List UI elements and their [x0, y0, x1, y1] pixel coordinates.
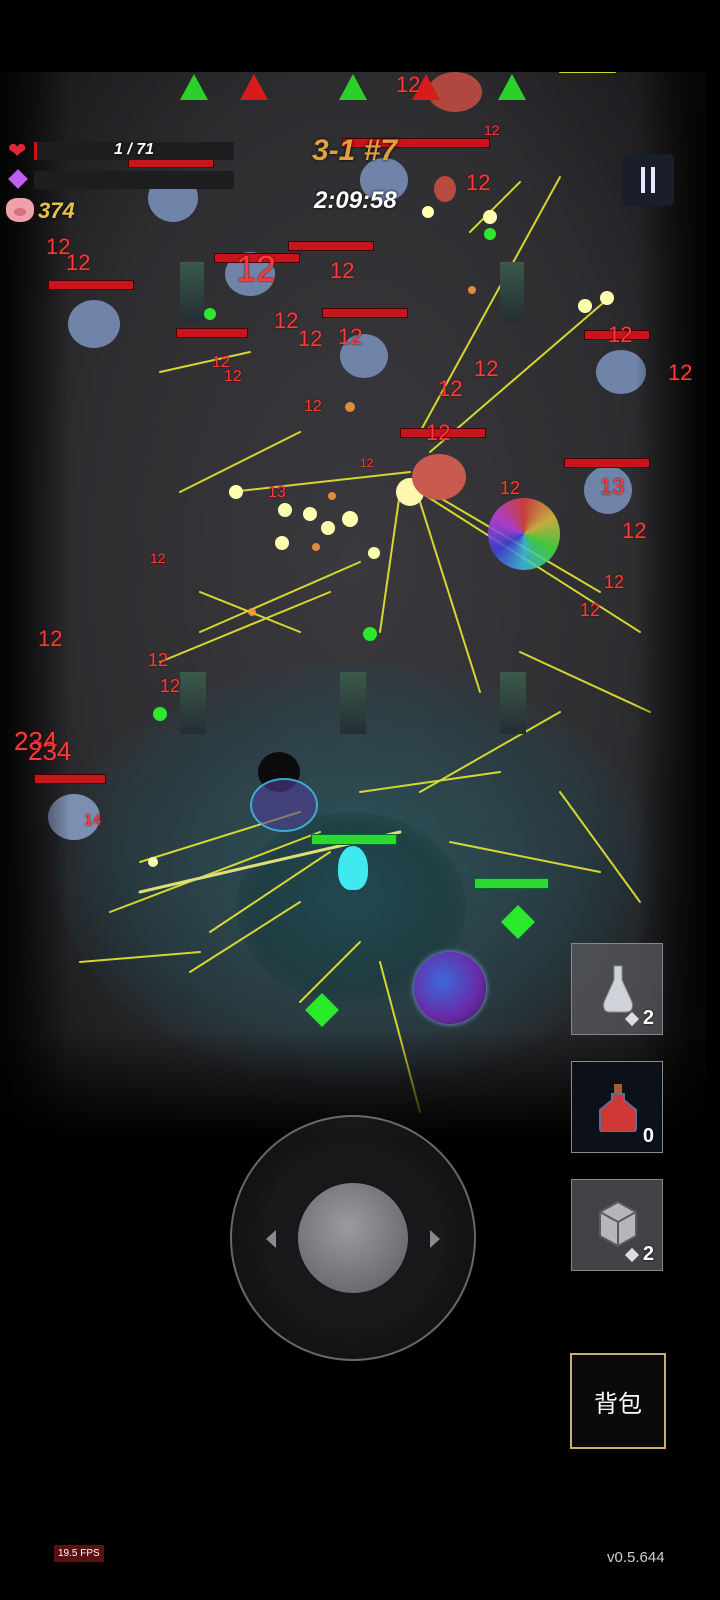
rune-pylon — [340, 672, 366, 734]
item-slot-red-potion[interactable]: 0 — [571, 1061, 663, 1153]
damage-number: 12 — [608, 322, 633, 347]
damage-number: 12 — [150, 550, 166, 566]
item-count: 2 — [624, 1007, 654, 1030]
damage-number: 12 — [500, 478, 521, 498]
damage-number: 12 — [360, 456, 374, 470]
damage-number: 12 — [148, 650, 169, 670]
enemy-health-bar — [564, 458, 650, 468]
damage-number: 12 — [160, 676, 181, 696]
damage-number: 12 — [224, 368, 242, 385]
joystick-arrow-left-icon — [266, 1230, 276, 1248]
bag-button[interactable]: 背包 — [570, 1353, 666, 1449]
damage-number: 12 — [466, 170, 491, 195]
spawn-indicator-red — [240, 74, 268, 100]
item-count: 0 — [642, 1125, 654, 1147]
rune-pylon — [180, 672, 206, 734]
damage-number: 12 — [274, 308, 299, 333]
damage-number: 12 — [298, 326, 323, 351]
virtual-joystick[interactable] — [230, 1115, 476, 1361]
damage-number: 234 — [28, 736, 72, 766]
spirit-companion — [338, 846, 368, 890]
heart-icon: ❤ — [8, 138, 27, 163]
player-health-bar — [311, 834, 397, 845]
diamond-icon — [624, 1247, 639, 1262]
enemy-health-bar — [48, 280, 134, 290]
damage-number: 13 — [268, 484, 286, 501]
damage-number: 12 — [330, 258, 355, 283]
hp-text: 1 / 71 — [114, 141, 155, 158]
item-slot-rune-box[interactable]: 2 — [571, 1179, 663, 1271]
enemy-red-blob — [412, 454, 466, 500]
item-count: 2 — [624, 1243, 654, 1266]
enemy-health-bar — [34, 774, 106, 784]
version-label: v0.5.644 — [607, 1549, 665, 1566]
spawn-indicator-green — [498, 74, 526, 100]
rainbow-orb — [488, 498, 560, 570]
damage-number: 14 — [84, 812, 102, 829]
damage-number: 12 — [474, 356, 499, 381]
damage-number: 12 — [236, 248, 277, 289]
player-aura — [250, 778, 318, 832]
enemy-health-bar — [288, 241, 374, 251]
fps-counter: 19.5 FPS — [54, 1545, 104, 1562]
joystick-knob[interactable] — [298, 1183, 408, 1293]
damage-number: 12 — [622, 518, 647, 543]
damage-number: 12 — [484, 122, 500, 138]
damage-number: 12 — [66, 250, 91, 275]
timer: 2:09:58 — [314, 187, 397, 214]
damage-number: 12 — [580, 600, 601, 620]
damage-number: 12 — [426, 420, 451, 445]
pig-icon — [6, 198, 34, 222]
pause-icon — [641, 167, 655, 193]
enemy-health-bar — [176, 328, 248, 338]
red-potion-icon — [596, 1082, 640, 1133]
joystick-arrow-right-icon — [430, 1230, 440, 1248]
damage-number: 12 — [438, 376, 463, 401]
stage-label: 3-1 #7 — [312, 134, 398, 167]
item-slot-flask[interactable]: 2 — [571, 943, 663, 1035]
hp-bar-fill — [34, 142, 37, 160]
diamond-icon — [624, 1011, 639, 1026]
damage-number: 12 — [668, 360, 693, 385]
damage-number: 13 — [600, 474, 625, 499]
spawn-indicator-green — [339, 74, 367, 100]
turret-health-bar — [474, 878, 550, 889]
pause-button[interactable] — [622, 154, 674, 206]
damage-number: 12 — [304, 398, 322, 415]
damage-number: 12 — [396, 72, 421, 97]
rune-pylon — [180, 262, 204, 322]
spawn-indicator-green — [180, 74, 208, 100]
damage-number: 12 — [604, 572, 625, 592]
rune-box-icon — [594, 1198, 642, 1248]
enemy-health-bar — [322, 308, 408, 318]
xp-bar — [34, 171, 234, 189]
rune-pylon — [500, 262, 524, 322]
enemy-ghost — [68, 300, 120, 348]
rune-pylon — [500, 672, 526, 734]
damage-number: 12 — [338, 324, 363, 349]
enemy-red-imp — [434, 176, 456, 202]
damage-number: 12 — [38, 626, 63, 651]
coin-count: 374 — [38, 198, 75, 223]
rainbow-orb — [414, 952, 486, 1024]
